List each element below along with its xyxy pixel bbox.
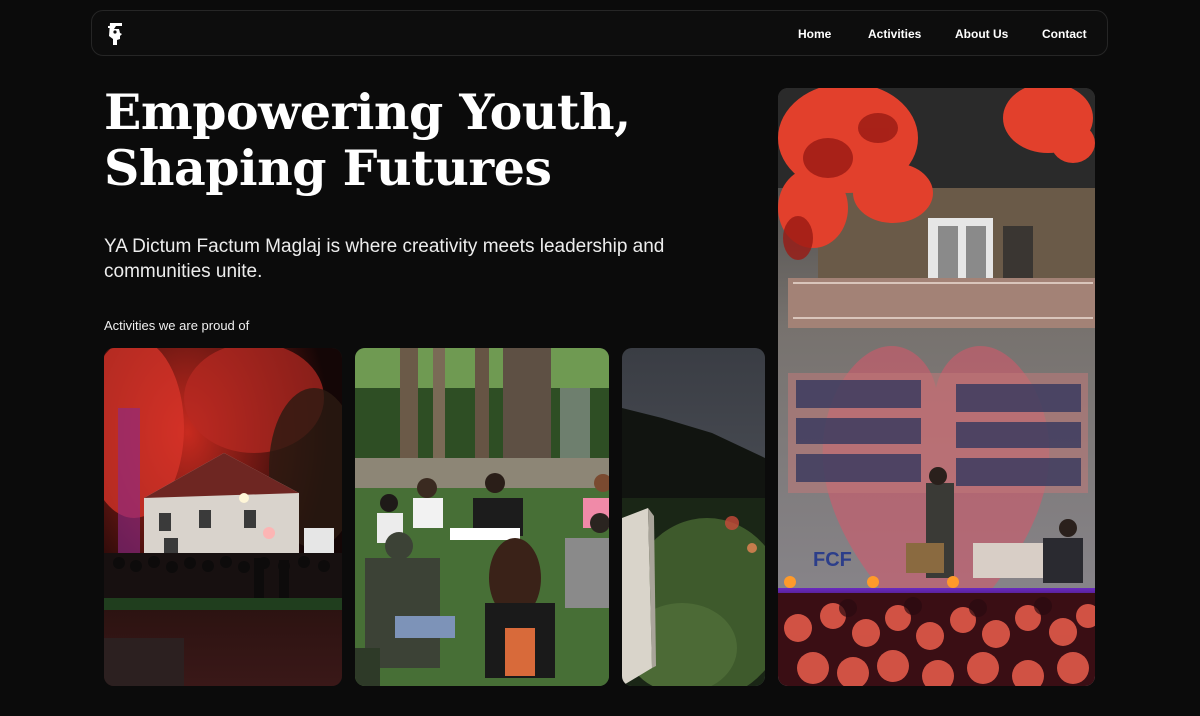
fcf-sign-text: FCF (813, 549, 852, 571)
logo-icon[interactable] (106, 21, 128, 47)
nav-activities-link[interactable]: Activities (868, 27, 921, 41)
top-navbar: Home Activities About Us Contact (91, 10, 1108, 56)
activity-photo-night-event[interactable] (104, 348, 342, 686)
hero-title: Empowering Youth, Shaping Futures (104, 84, 724, 196)
hero-title-line2: Shaping Futures (104, 139, 552, 197)
activities-section-label: Activities we are proud of (104, 318, 250, 333)
featured-photo-stage-event[interactable]: FCF (778, 88, 1095, 686)
hero-title-line1: Empowering Youth, (104, 83, 631, 141)
activity-photo-group-circle[interactable] (355, 348, 609, 686)
activity-photo-evening-hill[interactable] (622, 348, 765, 686)
hero-subtitle: YA Dictum Factum Maglaj is where creativ… (104, 236, 665, 282)
nav-contact-link[interactable]: Contact (1042, 27, 1087, 41)
nav-home-link[interactable]: Home (798, 27, 831, 41)
nav-about-link[interactable]: About Us (955, 27, 1008, 41)
